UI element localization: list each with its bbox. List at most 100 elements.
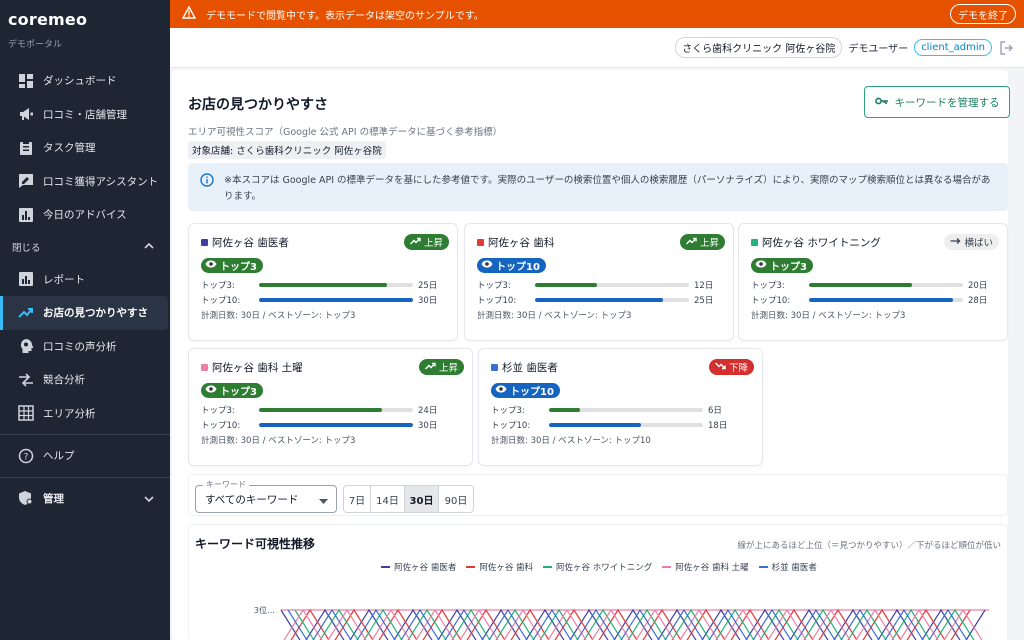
top3-row: トップ3: 12日 [477, 277, 723, 292]
trend-badge: 上昇 [679, 234, 725, 250]
sidebar-item-label: 口コミ・店舗管理 [43, 108, 127, 121]
period-button[interactable]: 30日 [405, 486, 439, 512]
brand-logo[interactable]: coremeo [8, 10, 160, 29]
top10-days: 25日 [694, 295, 714, 306]
store-selector[interactable]: さくら歯科クリニック 阿佐ヶ谷院 [675, 37, 843, 58]
sidebar-item-dashboard[interactable]: ダッシュボード [0, 64, 170, 98]
page-title: お店の見つかりやすさ [188, 97, 328, 113]
top3-row: トップ3: 25日 [201, 277, 447, 292]
eye-icon [495, 385, 507, 396]
clipboard-icon [17, 139, 35, 157]
target-store-tag: 対象店舗: さくら歯科クリニック 阿佐ヶ谷院 [188, 141, 386, 159]
top3-days: 6日 [708, 405, 722, 416]
eye-icon [755, 260, 767, 271]
top10-progress-fill [549, 422, 642, 427]
top10-progress-bar [535, 297, 689, 302]
legend-item[interactable]: 杉並 歯医者 [758, 561, 817, 573]
sidebar-item-reviews[interactable]: 口コミ・店舗管理 [0, 98, 170, 132]
eye-icon [205, 385, 217, 396]
sidebar-item-area[interactable]: エリア分析 [0, 397, 170, 431]
keyword-color-swatch [491, 363, 498, 371]
top3-progress-bar [535, 282, 689, 287]
sidebar-item-advice[interactable]: 今日のアドバイス [0, 198, 170, 232]
trend-badge: 下降 [708, 359, 754, 375]
exit-demo-button[interactable]: デモを終了 [950, 4, 1016, 24]
period-button[interactable]: 14日 [371, 486, 405, 512]
period-button[interactable]: 7日 [344, 486, 371, 512]
top3-progress-bar [809, 282, 963, 287]
brand-subtitle: デモポータル [8, 40, 63, 50]
top10-progress-fill [259, 297, 413, 302]
top3-progress-bar [549, 407, 703, 412]
megaphone-icon [17, 105, 35, 123]
role-badge: client_admin [914, 39, 992, 56]
section-collapse-toggle[interactable]: 閉じる [0, 232, 170, 263]
sidebar: coremeo デモポータル ダッシュボード 口コミ・店舗管理 タスク管理 口コ… [0, 0, 170, 640]
keyword-select-value: すべてのキーワード [205, 493, 299, 506]
sidebar-item-label: 管理 [43, 492, 64, 505]
best-zone-badge: トップ3 [751, 258, 813, 273]
period-button[interactable]: 90日 [439, 486, 473, 512]
sidebar-item-voice-analysis[interactable]: 口コミの声分析 [0, 330, 170, 364]
keyword-name: 阿佐ヶ谷 ホワイトニング [762, 236, 881, 249]
sidebar-item-admin[interactable]: 管理 [0, 482, 170, 516]
divider [0, 476, 170, 478]
top3-row: トップ3: 6日 [491, 402, 752, 417]
trend-badge: 横ばい [944, 234, 999, 250]
visibility-chart-card: キーワード可視性推移 線が上にあるほど上位（＝見つかりやすい）／下がるほど順位が… [188, 524, 1008, 640]
trending-up-icon [685, 237, 697, 248]
top10-progress-fill [535, 297, 664, 302]
keyword-select[interactable]: キーワード すべてのキーワード [195, 479, 337, 513]
top10-label: トップ10: [201, 295, 241, 306]
sidebar-item-help[interactable]: ? ヘルプ [0, 439, 170, 473]
sidebar-item-competitor[interactable]: 競合分析 [0, 363, 170, 397]
series-line [290, 608, 971, 640]
sidebar-item-findability[interactable]: お店の見つかりやすさ [0, 296, 168, 330]
best-zone-badge: トップ3 [201, 383, 263, 398]
legend-item[interactable]: 阿佐ヶ谷 歯科 [466, 561, 533, 573]
sidebar-item-tasks[interactable]: タスク管理 [0, 131, 170, 165]
caret-down-icon [319, 496, 328, 508]
compare-arrows-icon [17, 371, 35, 389]
sidebar-item-report[interactable]: レポート [0, 263, 170, 297]
info-text: ※本スコアは Google API の標準データを基にした参考値です。実際のユー… [224, 175, 991, 202]
top10-row: トップ10: 30日 [201, 292, 447, 307]
trend-badge: 上昇 [418, 359, 464, 375]
top3-progress-fill [549, 407, 580, 412]
legend-item[interactable]: 阿佐ヶ谷 ホワイトニング [543, 561, 652, 573]
top3-label: トップ3: [477, 280, 511, 291]
main-nav: ダッシュボード 口コミ・店舗管理 タスク管理 口コミ獲得アシスタント 今日のアド… [0, 64, 170, 515]
chevron-down-icon [144, 494, 154, 506]
measurement-summary: 計測日数: 30日 / ベストゾーン: トップ10 [491, 436, 651, 446]
keyword-name: 阿佐ヶ谷 歯科 [488, 236, 555, 249]
trend-label: 上昇 [423, 238, 443, 249]
svg-text:?: ? [24, 452, 29, 462]
legend-item[interactable]: 阿佐ヶ谷 歯医者 [381, 561, 456, 573]
logout-icon[interactable] [998, 40, 1014, 56]
help-icon: ? [17, 447, 35, 465]
best-zone-label: トップ3 [220, 262, 257, 273]
sidebar-item-label: レポート [43, 273, 85, 286]
brand: coremeo デモポータル [0, 0, 170, 50]
top3-days: 24日 [418, 405, 438, 416]
warning-icon [181, 5, 197, 22]
section-label: 閉じる [12, 243, 41, 254]
best-zone-label: トップ3 [220, 387, 257, 398]
bar-chart-icon [17, 206, 35, 224]
manage-keywords-button[interactable]: キーワードを管理する [864, 86, 1010, 118]
key-icon [874, 96, 889, 109]
chevron-up-icon [144, 242, 154, 253]
top10-progress-bar [259, 422, 413, 427]
top10-row: トップ10: 28日 [751, 292, 997, 307]
top10-progress-fill [809, 297, 953, 302]
sidebar-item-assistant[interactable]: 口コミ獲得アシスタント [0, 165, 170, 199]
sidebar-item-label: お店の見つかりやすさ [43, 307, 148, 320]
dashboard-icon [17, 72, 35, 90]
legend-item[interactable]: 阿佐ヶ谷 歯科 土曜 [662, 561, 749, 573]
sidebar-item-label: ダッシュボード [43, 75, 117, 88]
keyword-color-swatch [477, 238, 484, 246]
divider [0, 434, 170, 435]
top10-row: トップ10: 25日 [477, 292, 723, 307]
report-chart-icon [17, 270, 35, 288]
keyword-card: 阿佐ヶ谷 ホワイトニング 横ばい トップ3 トップ3: 20日 トップ10: 28日 計測日数… [738, 223, 1008, 341]
